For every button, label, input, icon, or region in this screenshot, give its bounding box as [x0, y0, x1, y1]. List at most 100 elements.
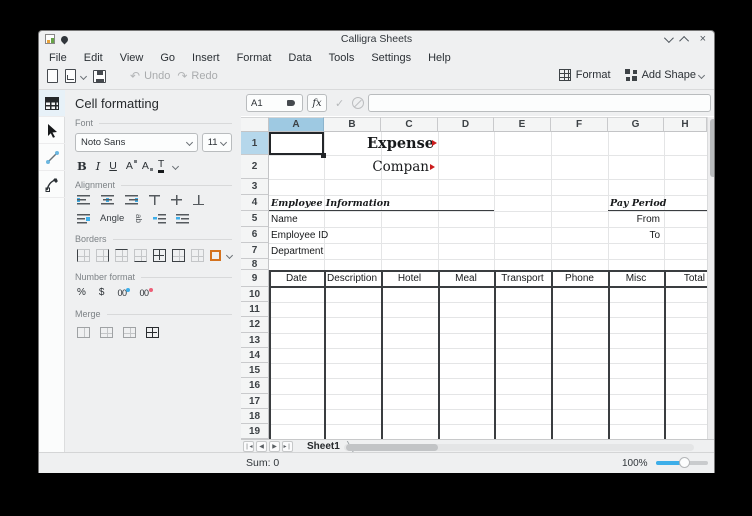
vertical-scrollbar-thumb[interactable] — [710, 119, 716, 177]
column-header-c[interactable]: C — [381, 117, 438, 132]
row-header[interactable]: 18 — [241, 409, 269, 424]
zoom-slider[interactable] — [656, 461, 708, 465]
zoom-slider-handle[interactable] — [679, 457, 690, 468]
decrease-precision-button[interactable]: 00 — [139, 288, 148, 298]
row-header[interactable]: 9 — [241, 270, 269, 287]
open-dropdown-icon[interactable] — [80, 72, 87, 79]
wrap-text-icon[interactable] — [77, 214, 90, 224]
row-header[interactable]: 10 — [241, 287, 269, 302]
menu-insert[interactable]: Insert — [192, 52, 220, 64]
merge-cells-icon[interactable] — [77, 327, 90, 338]
superscript-button[interactable]: A — [126, 160, 133, 172]
formula-input[interactable] — [368, 94, 711, 112]
column-header-g[interactable]: G — [608, 117, 664, 132]
bold-button[interactable]: B — [77, 159, 87, 173]
border-color-dropdown-icon[interactable] — [226, 252, 233, 259]
cancel-formula-button[interactable] — [352, 97, 364, 109]
sheet-tab-sheet1[interactable]: Sheet1 — [301, 441, 346, 452]
currency-format-button[interactable]: $ — [99, 287, 105, 298]
column-header-f[interactable]: F — [551, 117, 608, 132]
increase-indent-icon[interactable] — [176, 214, 189, 224]
row-header[interactable]: 14 — [241, 348, 269, 363]
redo-button[interactable]: ↷ Redo — [177, 69, 217, 83]
row-header[interactable]: 11 — [241, 302, 269, 317]
unmerge-cells-icon[interactable] — [146, 327, 159, 338]
insert-function-button[interactable]: fx — [307, 94, 327, 112]
add-shape-button[interactable]: Add Shape — [625, 69, 704, 81]
border-all-icon[interactable] — [153, 249, 166, 262]
apply-formula-button[interactable]: ✓ — [331, 97, 348, 110]
border-bottom-icon[interactable] — [134, 249, 147, 262]
angle-button[interactable]: Angle — [100, 213, 124, 224]
row-header[interactable]: 6 — [241, 227, 269, 243]
row-header[interactable]: 19 — [241, 424, 269, 439]
row-header[interactable]: 16 — [241, 378, 269, 394]
row-header[interactable]: 12 — [241, 317, 269, 333]
align-left-icon[interactable] — [77, 195, 90, 205]
cell-grid[interactable]: Expense Compan Employee Information Pay … — [269, 132, 707, 439]
subscript-button[interactable]: A — [142, 160, 149, 172]
border-color-swatch[interactable] — [210, 250, 221, 261]
row-header[interactable]: 13 — [241, 333, 269, 348]
align-middle-icon[interactable] — [171, 195, 182, 205]
border-right-icon[interactable] — [96, 249, 109, 262]
font-color-dropdown-icon[interactable] — [172, 162, 179, 169]
align-bottom-icon[interactable] — [193, 195, 204, 205]
row-header[interactable]: 8 — [241, 259, 269, 270]
row-header[interactable]: 17 — [241, 394, 269, 409]
last-sheet-button[interactable]: ▸❘ — [282, 441, 293, 452]
border-outline-icon[interactable] — [172, 249, 185, 262]
column-header-h[interactable]: H — [664, 117, 707, 132]
column-header-b[interactable]: B — [324, 117, 381, 132]
selection-tool-button[interactable] — [39, 117, 65, 144]
row-header[interactable]: 3 — [241, 179, 269, 195]
maximize-button[interactable] — [679, 35, 689, 45]
row-header[interactable]: 15 — [241, 363, 269, 378]
row-header[interactable]: 7 — [241, 243, 269, 259]
first-sheet-button[interactable]: ❘◂ — [243, 441, 254, 452]
row-header[interactable]: 1 — [241, 132, 269, 155]
underline-button[interactable]: U — [109, 160, 117, 172]
border-none-icon[interactable] — [191, 249, 204, 262]
new-document-icon[interactable] — [47, 69, 58, 83]
menu-format[interactable]: Format — [237, 52, 272, 64]
titlebar[interactable]: Calligra Sheets × — [39, 31, 714, 48]
menu-data[interactable]: Data — [288, 52, 311, 64]
path-tool-button[interactable] — [39, 171, 65, 198]
font-family-select[interactable]: Noto Sans — [75, 133, 198, 152]
save-icon[interactable] — [93, 70, 106, 83]
menu-edit[interactable]: Edit — [84, 52, 103, 64]
menu-settings[interactable]: Settings — [371, 52, 411, 64]
previous-sheet-button[interactable]: ◀ — [256, 441, 267, 452]
row-header[interactable]: 2 — [241, 155, 269, 179]
italic-button[interactable]: I — [96, 159, 101, 173]
decrease-indent-icon[interactable] — [153, 214, 166, 224]
border-top-icon[interactable] — [115, 249, 128, 262]
cell-reference-box[interactable]: A1 — [246, 94, 303, 112]
line-tool-button[interactable] — [39, 144, 65, 171]
format-button[interactable]: Format — [559, 69, 611, 81]
horizontal-scrollbar[interactable] — [344, 444, 694, 451]
menu-view[interactable]: View — [120, 52, 144, 64]
row-header[interactable]: 5 — [241, 211, 269, 227]
vertical-scrollbar[interactable] — [707, 117, 715, 439]
percent-format-button[interactable]: % — [77, 287, 86, 298]
cell-tool-button[interactable] — [39, 90, 65, 117]
align-right-icon[interactable] — [125, 195, 138, 205]
undo-button[interactable]: ↶ Undo — [130, 69, 170, 83]
border-left-icon[interactable] — [77, 249, 90, 262]
align-top-icon[interactable] — [149, 195, 160, 205]
column-header-e[interactable]: E — [494, 117, 551, 132]
close-button[interactable]: × — [700, 34, 706, 44]
open-document-icon[interactable] — [65, 69, 76, 83]
menu-tools[interactable]: Tools — [329, 52, 355, 64]
font-color-button[interactable]: T — [158, 159, 164, 173]
column-header-a[interactable]: A — [269, 117, 324, 132]
next-sheet-button[interactable]: ▶ — [269, 441, 280, 452]
menu-go[interactable]: Go — [160, 52, 175, 64]
menu-help[interactable]: Help — [428, 52, 451, 64]
font-size-select[interactable]: 11 — [202, 133, 232, 152]
minimize-button[interactable] — [664, 33, 674, 43]
menu-file[interactable]: File — [49, 52, 67, 64]
row-header[interactable]: 4 — [241, 195, 269, 211]
